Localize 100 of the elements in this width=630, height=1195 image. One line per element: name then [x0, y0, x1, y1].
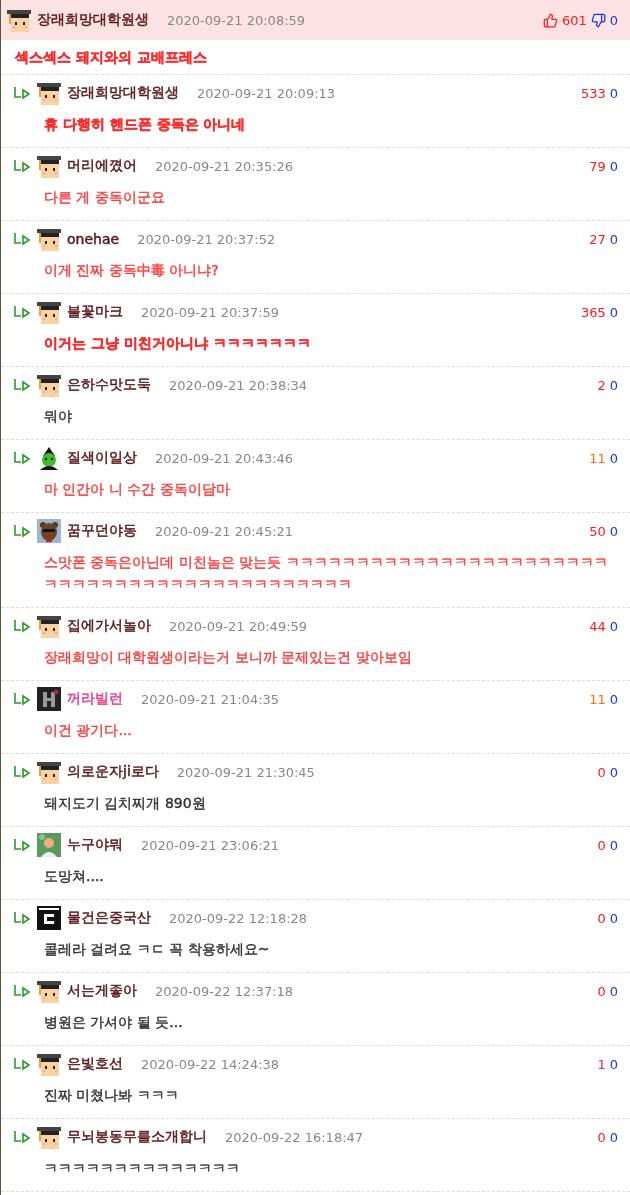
nickname[interactable]: 질색이일상	[67, 449, 137, 467]
like-count: 0	[597, 1129, 606, 1145]
comment-text: 다른 게 중독이군요	[44, 188, 166, 207]
dislike-count: 0	[609, 910, 618, 926]
dislike-count: 0	[609, 618, 618, 634]
nickname[interactable]: 꺼라빌런	[67, 690, 123, 708]
dislike-count: 0	[609, 450, 618, 466]
dislike-count: 0	[609, 983, 618, 999]
nickname[interactable]: 꿈꾸던야동	[67, 522, 137, 540]
like-count: 0	[597, 983, 606, 999]
dislike-count: 0	[609, 85, 618, 101]
dislike-count: 0	[609, 837, 618, 853]
letter-badge-icon	[37, 906, 61, 930]
reply-arrow-icon	[13, 158, 31, 174]
nickname[interactable]: 머리에꼈어	[67, 157, 137, 175]
comment-text: 이건 광기다...	[44, 721, 133, 740]
reply-arrow-icon	[13, 983, 31, 999]
student-avatar-icon	[37, 300, 61, 324]
student-avatar-icon	[7, 8, 31, 32]
nickname[interactable]: 의로운자ji로다	[67, 763, 159, 781]
dislike-count: 0	[609, 231, 618, 247]
comment-time: 2020-09-21 23:06:21	[141, 837, 280, 853]
nickname[interactable]: onehae	[67, 231, 120, 247]
like-count: 27	[589, 231, 606, 247]
reply-arrow-icon	[13, 450, 31, 466]
reply-arrow-icon	[13, 523, 31, 539]
student-avatar-icon	[37, 979, 61, 1003]
comment-text: 휴 다행히 핸드폰 중독은 아니네	[44, 115, 247, 134]
nickname[interactable]: 장래희망대학원생	[67, 84, 179, 102]
like-count: 1	[597, 1056, 606, 1072]
dislike-count: 0	[609, 1056, 618, 1072]
nickname[interactable]: 집에가서놀아	[67, 617, 151, 635]
like-count: 2	[597, 377, 606, 393]
nickname[interactable]: 은하수맛도둑	[67, 376, 151, 394]
like-count: 0	[597, 764, 606, 780]
like-count: 533	[580, 85, 606, 101]
reply-arrow-icon	[13, 764, 31, 780]
comment-text: 진짜 미쳤나봐 ㅋㅋㅋ	[44, 1086, 180, 1105]
reply-arrow-icon	[13, 837, 31, 853]
like-count: 0	[597, 910, 606, 926]
dislike-count: 0	[609, 691, 618, 707]
comment-time: 2020-09-22 12:18:28	[169, 910, 308, 926]
reply-arrow-icon	[13, 377, 31, 393]
dislike-count: 0	[609, 1129, 618, 1145]
nickname[interactable]: 무뇌봉동무를소개합니	[67, 1128, 207, 1146]
reply-arrow-icon	[13, 910, 31, 926]
nickname[interactable]: 불꽃마크	[67, 303, 123, 321]
comment-text: 병원은 가셔야 될 듯...	[44, 1013, 184, 1032]
nickname[interactable]: 누구야뭐	[67, 836, 123, 854]
like-count: 365	[580, 304, 606, 320]
comment-time: 2020-09-21 20:37:59	[141, 304, 280, 320]
comment-text: 스맛폰 중독은아닌데 미친놈은 맞는듯 ㅋㅋㅋㅋㅋㅋㅋㅋㅋㅋㅋㅋㅋㅋㅋㅋㅋㅋㅋㅋㅋㅋㅋㅋㅋㅋㅋㅋㅋㅋㅋㅋㅋㅋㅋㅋㅋㅋㅋㅋㅋㅋㅋㅋㅋ	[44, 553, 609, 594]
dislike-count: 0	[609, 12, 618, 28]
comment-time: 2020-09-21 20:37:52	[137, 231, 276, 247]
student-avatar-icon	[37, 760, 61, 784]
reply-arrow-icon	[13, 85, 31, 101]
student-avatar-icon	[37, 373, 61, 397]
comment-text: ㅋㅋㅋㅋㅋㅋㅋㅋㅋㅋㅋㅋㅋㅋ	[44, 1159, 241, 1178]
comment-time: 2020-09-21 20:45:21	[155, 523, 294, 539]
like-count: 11	[589, 691, 606, 707]
student-avatar-icon	[37, 154, 61, 178]
reply-arrow-icon	[13, 1056, 31, 1072]
comment-time: 2020-09-21 20:09:13	[197, 85, 336, 101]
nickname[interactable]: 서는게좋아	[67, 982, 137, 1000]
letter-tile-icon	[37, 687, 61, 711]
comment-text: 콜레라 걸려요 ㅋㄷ 꼭 착용하세요~	[44, 940, 271, 959]
dislike-count: 0	[609, 764, 618, 780]
comment-time: 2020-09-21 20:08:59	[167, 12, 306, 28]
like-count: 50	[589, 523, 606, 539]
like-count: 0	[597, 837, 606, 853]
comment-text: 장래희망이 대학원생이라는거 보니까 문제있는건 맞아보임	[44, 648, 413, 667]
comment-time: 2020-09-21 20:38:34	[169, 377, 308, 393]
thumbs-up-icon[interactable]	[542, 12, 558, 28]
comment-time: 2020-09-21 20:35:26	[155, 158, 294, 174]
comment-text: 섹스섹스 돼지와의 교배프레스	[15, 48, 208, 67]
student-avatar-icon	[37, 614, 61, 638]
comment-time: 2020-09-22 12:37:18	[155, 983, 294, 999]
comment-time: 2020-09-22 14:24:38	[141, 1056, 280, 1072]
like-count: 79	[589, 158, 606, 174]
comment-text: 뭐야	[44, 407, 73, 426]
like-count: 601	[561, 12, 587, 28]
student-avatar-icon	[37, 81, 61, 105]
comment-text: 이게 진짜 중독中毒 아니냐?	[44, 261, 220, 280]
reply-arrow-icon	[13, 231, 31, 247]
comment-time: 2020-09-21 20:49:59	[169, 618, 308, 634]
nickname[interactable]: 물건은중국산	[67, 909, 151, 927]
reply-arrow-icon	[13, 1129, 31, 1145]
bear-avatar-icon	[37, 519, 61, 543]
like-count: 11	[589, 450, 606, 466]
reply-arrow-icon	[13, 304, 31, 320]
comment-time: 2020-09-21 21:04:35	[141, 691, 280, 707]
thumbs-down-icon[interactable]	[590, 12, 606, 28]
comment-text: 돼지도기 김치찌개 890원	[44, 794, 207, 813]
dislike-count: 0	[609, 377, 618, 393]
like-count: 44	[589, 618, 606, 634]
student-avatar-icon	[37, 1052, 61, 1076]
dislike-count: 0	[609, 158, 618, 174]
reply-arrow-icon	[13, 691, 31, 707]
nickname[interactable]: 장래희망대학원생	[37, 11, 149, 29]
nickname[interactable]: 은빛호선	[67, 1055, 123, 1073]
